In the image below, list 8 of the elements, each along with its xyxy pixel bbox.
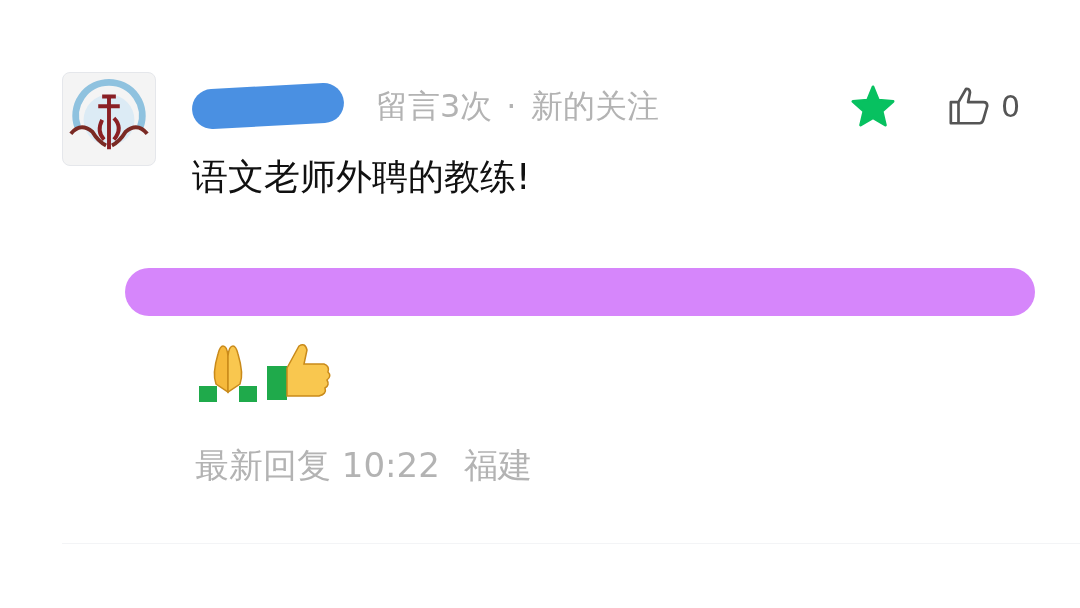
star-icon[interactable] <box>850 85 895 127</box>
like-count: 0 <box>1000 87 1020 126</box>
comment-meta: 留言3次 <box>376 86 493 127</box>
comment-text: 语文老师外聘的教练! <box>192 155 532 199</box>
comment-meta: 新的关注 <box>530 86 659 127</box>
reply-time: 最新回复 10:22 <box>195 444 440 487</box>
location-text: 福建 <box>463 444 532 487</box>
comment-meta: · <box>506 86 517 127</box>
